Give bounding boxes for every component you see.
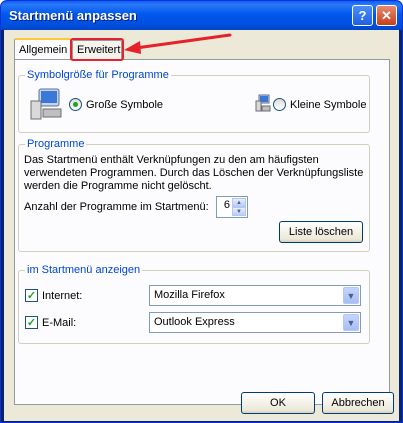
email-select[interactable]: Outlook Express ▼ — [149, 312, 361, 333]
small-icons-radio[interactable]: Kleine Symbole — [273, 98, 366, 111]
title-bar[interactable]: Startmenü anpassen ? ✕ — [1, 1, 402, 30]
internet-select[interactable]: Mozilla Firefox ▼ — [149, 285, 361, 306]
description-line: verwendeten Programmen. Durch das Lösche… — [24, 167, 364, 179]
small-icons-label: Kleine Symbole — [290, 98, 367, 111]
programs-group: Programme Das Startmenü enthält Verknüpf… — [18, 138, 370, 252]
spin-down-icon[interactable]: ▼ — [232, 207, 246, 216]
large-icons-radio[interactable]: Große Symbole — [69, 98, 163, 111]
description-line: Das Startmenü enthält Verknüpfungen zu d… — [24, 154, 319, 166]
cancel-button[interactable]: Abbrechen — [322, 392, 394, 414]
program-count-value: 6 — [223, 199, 230, 211]
spin-up-icon[interactable]: ▲ — [232, 198, 246, 207]
email-select-value: Outlook Express — [154, 316, 235, 328]
radio-indicator — [273, 98, 286, 111]
tab-highlight-annotation — [70, 38, 124, 61]
program-count-label: Anzahl der Programme im Startmenü: — [24, 201, 209, 213]
internet-checkbox[interactable]: ✓ Internet: — [25, 289, 82, 302]
group-title: Symbolgröße für Programme — [25, 69, 171, 81]
clear-list-button[interactable]: Liste löschen — [279, 221, 363, 243]
large-icons-label: Große Symbole — [86, 98, 164, 111]
startmenu-show-group: im Startmenü anzeigen ✓ Internet: Mozill… — [18, 264, 370, 344]
window-title: Startmenü anpassen — [9, 8, 137, 23]
dropdown-arrow-icon[interactable]: ▼ — [343, 314, 359, 331]
group-title: im Startmenü anzeigen — [25, 264, 143, 276]
cancel-label: Abbrechen — [331, 397, 385, 409]
annotation-arrow-icon — [124, 33, 232, 54]
help-button[interactable]: ? — [352, 5, 373, 26]
dialog-client-area: Allgemein Erweitert Symbolgröße für Prog… — [4, 30, 399, 421]
dialog-window: Startmenü anpassen ? ✕ Allgemein Erweite… — [0, 0, 403, 423]
icon-size-group: Symbolgröße für Programme Große Symbole … — [18, 69, 370, 133]
close-button[interactable]: ✕ — [376, 5, 397, 26]
small-icons-icon — [255, 94, 271, 112]
large-icons-icon — [30, 88, 62, 120]
check-icon: ✓ — [25, 316, 38, 329]
clear-list-label: Liste löschen — [288, 226, 354, 238]
group-title: Programme — [25, 138, 87, 150]
program-count-stepper[interactable]: 6 ▲ ▼ — [216, 196, 248, 218]
description-line: werden die Programme nicht gelöscht. — [24, 180, 212, 192]
close-icon: ✕ — [381, 7, 392, 23]
email-checkbox[interactable]: ✓ E-Mail: — [25, 316, 76, 329]
radio-indicator — [69, 98, 82, 111]
programs-description: Das Startmenü enthält Verknüpfungen zu d… — [24, 154, 363, 193]
internet-select-value: Mozilla Firefox — [154, 289, 225, 301]
help-icon: ? — [358, 8, 367, 23]
dropdown-arrow-icon[interactable]: ▼ — [343, 287, 359, 304]
tab-allgemein[interactable]: Allgemein — [14, 38, 71, 59]
check-icon: ✓ — [25, 289, 38, 302]
ok-label: OK — [270, 397, 286, 409]
ok-button[interactable]: OK — [241, 392, 315, 414]
internet-label: Internet: — [42, 289, 83, 302]
email-label: E-Mail: — [42, 316, 77, 329]
tab-label: Allgemein — [19, 43, 68, 56]
